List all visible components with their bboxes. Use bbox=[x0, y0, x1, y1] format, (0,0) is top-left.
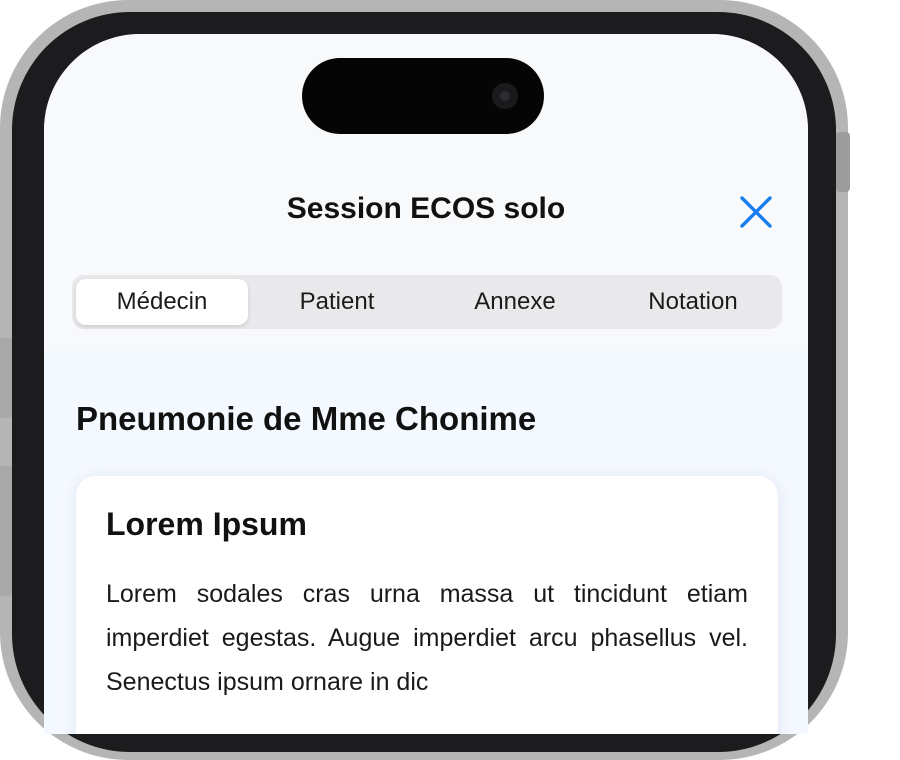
screen: Session ECOS solo Médecin Patient Annexe… bbox=[44, 34, 808, 734]
modal-header: Session ECOS solo Médecin Patient Annexe… bbox=[44, 34, 808, 350]
card-title: Lorem Ipsum bbox=[106, 506, 307, 542]
volume-up-button bbox=[0, 338, 12, 418]
tab-annexe[interactable]: Annexe bbox=[426, 279, 604, 325]
tab-medecin[interactable]: Médecin bbox=[76, 279, 248, 325]
case-title: Pneumonie de Mme Chonime bbox=[76, 400, 537, 437]
tab-notation[interactable]: Notation bbox=[604, 279, 782, 325]
tab-patient[interactable]: Patient bbox=[248, 279, 426, 325]
content-card: Lorem Ipsum Lorem sodales cras urna mass… bbox=[76, 476, 778, 734]
tab-label: Patient bbox=[299, 288, 375, 315]
page-title: Session ECOS solo bbox=[286, 192, 566, 225]
close-button[interactable] bbox=[734, 192, 778, 232]
close-icon bbox=[740, 196, 772, 228]
power-button bbox=[836, 132, 850, 192]
tab-label: Médecin bbox=[116, 288, 208, 315]
segmented-control: Médecin Patient Annexe Notation bbox=[72, 275, 782, 329]
card-body-text: Lorem sodales cras urna massa ut tincidu… bbox=[106, 580, 748, 696]
dynamic-island bbox=[302, 58, 544, 134]
tab-label: Notation bbox=[648, 288, 738, 315]
tab-label: Annexe bbox=[474, 288, 556, 315]
volume-down-button bbox=[0, 466, 12, 596]
camera-icon bbox=[492, 83, 518, 109]
